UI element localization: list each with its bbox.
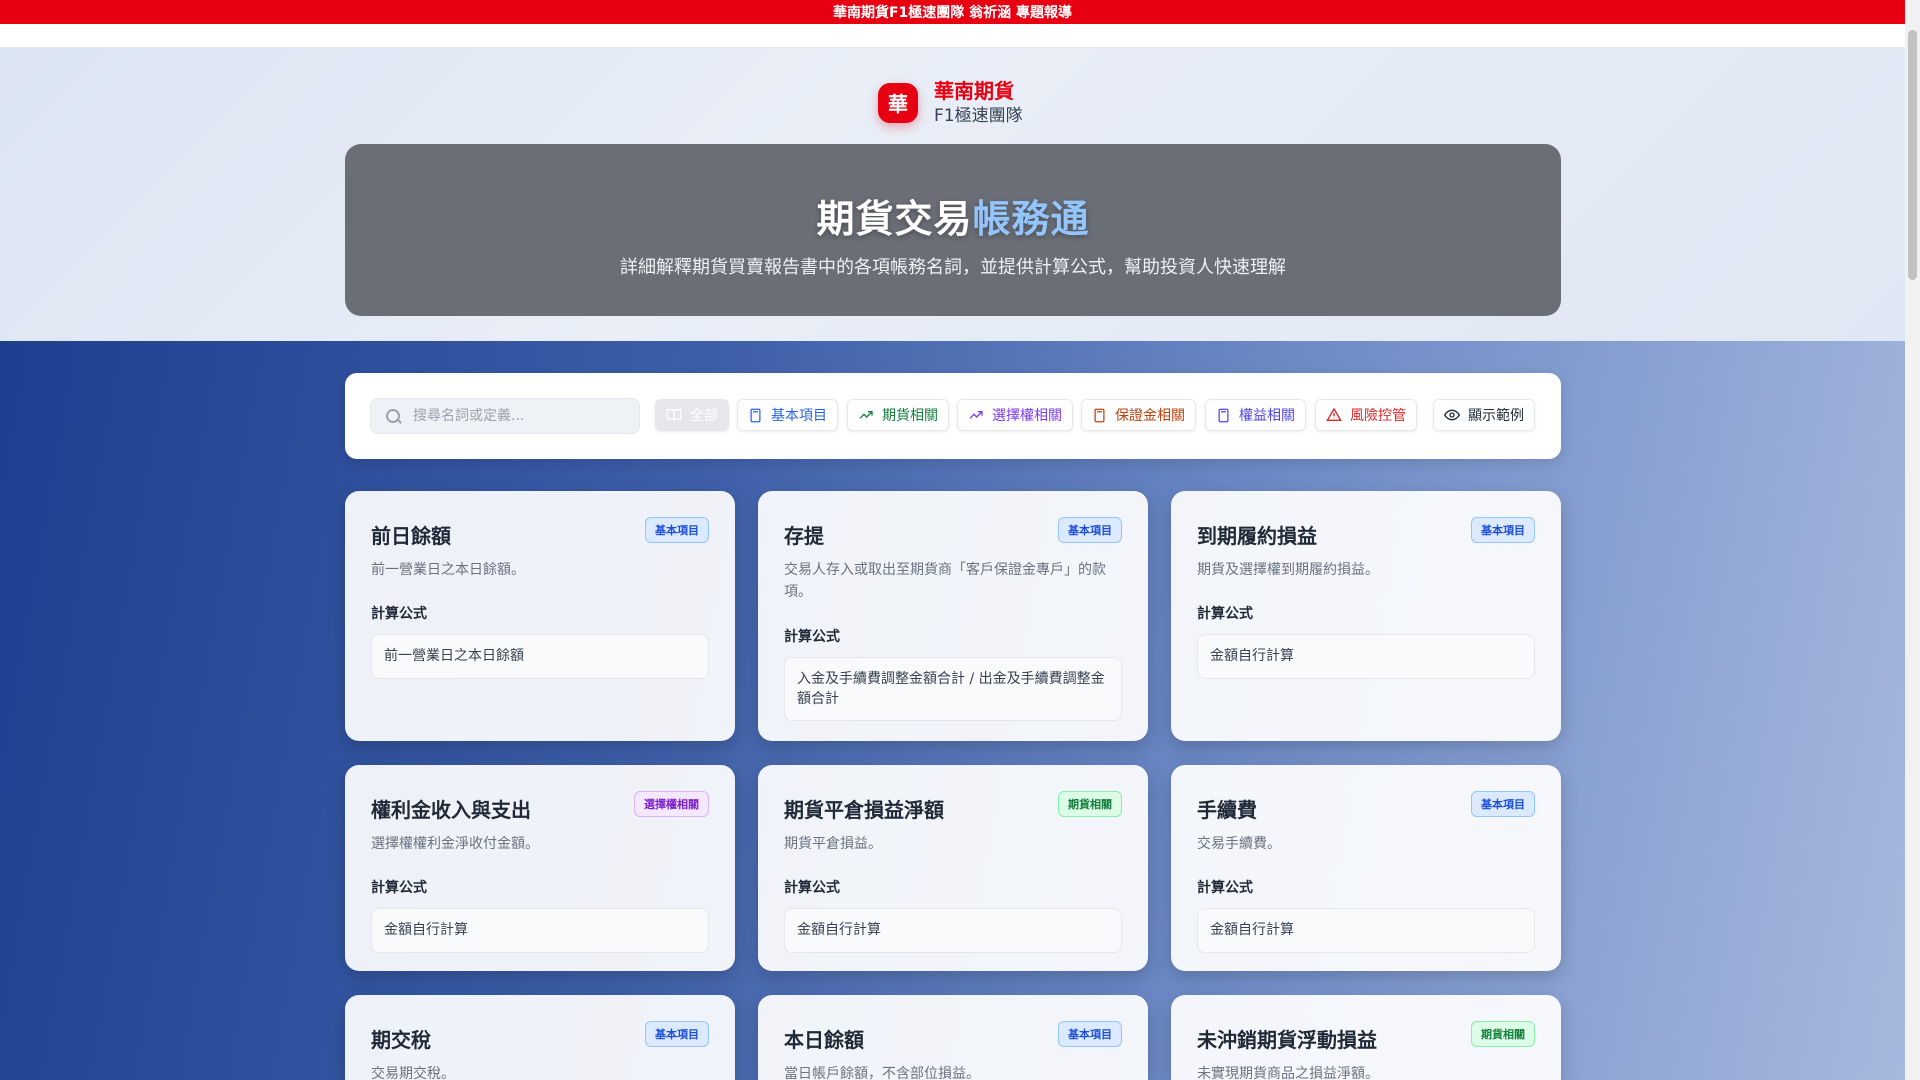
hero-section: 華 華南期貨 F1極速團隊 期貨交易帳務通 詳細解釋期貨買賣報告書中的各項帳務名… — [0, 48, 1905, 341]
formula-label: 計算公式 — [371, 880, 427, 897]
banner-text: 華南期貨F1極速團隊 翁祈涵 專題報導 — [832, 5, 1073, 21]
filter-margin-label: 保證金相關 — [1115, 408, 1185, 424]
category-badge: 基本項目 — [1058, 517, 1122, 543]
filter-options-button[interactable]: 選擇權相關 — [957, 399, 1073, 431]
term-title: 期交稅 — [371, 1028, 431, 1052]
filter-margin-button[interactable]: 保證金相關 — [1081, 399, 1196, 431]
page-scrollbar[interactable] — [1905, 0, 1920, 1080]
calculator-icon — [750, 408, 761, 422]
search-input[interactable] — [413, 408, 633, 424]
eye-icon — [1444, 409, 1460, 421]
title-main: 期貨交易 — [816, 197, 973, 241]
formula-box: 金額自行計算 — [371, 908, 709, 953]
hero-card: 期貨交易帳務通 詳細解釋期貨買賣報告書中的各項帳務名詞，並提供計算公式，幫助投資… — [345, 144, 1561, 316]
term-title: 手續費 — [1197, 798, 1257, 822]
brand-subtitle: F1極速團隊 — [934, 106, 1023, 126]
term-description: 前一營業日之本日餘額。 — [371, 562, 525, 578]
term-description: 未實現期貨商品之損益淨額。 — [1197, 1066, 1379, 1080]
filter-risk-label: 風險控管 — [1350, 408, 1406, 424]
term-description: 選擇權權利金淨收付金額。 — [371, 836, 539, 852]
page-description: 詳細解釋期貨買賣報告書中的各項帳務名詞，並提供計算公式，幫助投資人快速理解 — [620, 257, 1286, 278]
page-title: 期貨交易帳務通 — [345, 188, 1561, 243]
filter-futures-button[interactable]: 期貨相關 — [847, 399, 949, 431]
filter-basic-label: 基本項目 — [771, 408, 827, 424]
trending-up-icon — [859, 411, 873, 419]
filter-equity-label: 權益相關 — [1239, 408, 1295, 424]
category-badge: 基本項目 — [1471, 791, 1535, 817]
category-badge: 基本項目 — [645, 517, 709, 543]
category-badge: 基本項目 — [645, 1021, 709, 1047]
filter-equity-button[interactable]: 權益相關 — [1205, 399, 1306, 431]
term-description: 期貨平倉損益。 — [784, 836, 882, 852]
category-badge: 基本項目 — [1471, 517, 1535, 543]
term-card[interactable]: 本日餘額 基本項目 當日帳戶餘額，不含部位損益。 — [758, 995, 1148, 1080]
calculator-icon — [1218, 408, 1229, 422]
brand[interactable]: 華 華南期貨 F1極速團隊 — [878, 78, 1023, 128]
filter-futures-label: 期貨相關 — [882, 408, 938, 424]
formula-box: 金額自行計算 — [1197, 634, 1535, 679]
filter-risk-button[interactable]: 風險控管 — [1315, 399, 1417, 431]
term-card[interactable]: 存提 基本項目 交易人存入或取出至期貨商「客戶保證金專戶」的款項。 計算公式 入… — [758, 491, 1148, 741]
category-badge: 期貨相關 — [1058, 791, 1122, 817]
term-card[interactable]: 期交稅 基本項目 交易期交稅。 — [345, 995, 735, 1080]
formula-label: 計算公式 — [1197, 880, 1253, 897]
term-description: 交易人存入或取出至期貨商「客戶保證金專戶」的款項。 — [784, 562, 1106, 601]
filter-options-label: 選擇權相關 — [992, 408, 1062, 424]
term-title: 前日餘額 — [371, 524, 451, 548]
search-box[interactable] — [370, 398, 640, 434]
term-card[interactable]: 到期履約損益 基本項目 期貨及選擇權到期履約損益。 計算公式 金額自行計算 — [1171, 491, 1561, 741]
brand-logo: 華 — [878, 82, 918, 123]
nav-strip — [0, 24, 1905, 48]
filter-basic-button[interactable]: 基本項目 — [737, 399, 838, 431]
term-description: 當日帳戶餘額，不含部位損益。 — [784, 1066, 980, 1080]
term-card[interactable]: 未沖銷期貨浮動損益 期貨相關 未實現期貨商品之損益淨額。 — [1171, 995, 1561, 1080]
calculator-icon — [1094, 408, 1105, 422]
term-title: 未沖銷期貨浮動損益 — [1197, 1028, 1377, 1052]
book-open-icon — [666, 409, 682, 421]
filter-all-label: 全部 — [690, 408, 718, 424]
term-card[interactable]: 手續費 基本項目 交易手續費。 計算公式 金額自行計算 — [1171, 765, 1561, 971]
term-title: 存提 — [784, 524, 824, 548]
term-title: 期貨平倉損益淨額 — [784, 798, 944, 822]
show-examples-button[interactable]: 顯示範例 — [1433, 399, 1535, 431]
term-card[interactable]: 期貨平倉損益淨額 期貨相關 期貨平倉損益。 計算公式 金額自行計算 — [758, 765, 1148, 971]
title-accent: 帳務通 — [972, 197, 1090, 241]
warning-icon — [1326, 407, 1342, 421]
term-description: 期貨及選擇權到期履約損益。 — [1197, 562, 1379, 578]
formula-label: 計算公式 — [784, 628, 840, 645]
show-examples-label: 顯示範例 — [1468, 408, 1524, 424]
term-description: 交易期交稅。 — [371, 1066, 455, 1080]
term-title: 權利金收入與支出 — [371, 798, 531, 822]
term-card[interactable]: 權利金收入與支出 選擇權相關 選擇權權利金淨收付金額。 計算公式 金額自行計算 — [345, 765, 735, 971]
search-icon — [385, 408, 401, 424]
filter-all-button[interactable]: 全部 — [655, 399, 729, 431]
filter-bar: 全部 基本項目 期貨相關 選擇權相關 保證金相關 權益相關 風險控管 顯示範例 — [345, 373, 1561, 459]
category-badge: 選擇權相關 — [634, 791, 709, 817]
top-banner: 華南期貨F1極速團隊 翁祈涵 專題報導 — [0, 0, 1905, 24]
formula-box: 金額自行計算 — [784, 908, 1122, 953]
formula-label: 計算公式 — [371, 606, 427, 623]
term-card[interactable]: 前日餘額 基本項目 前一營業日之本日餘額。 計算公式 前一營業日之本日餘額 — [345, 491, 735, 741]
brand-name: 華南期貨 — [934, 79, 1014, 103]
term-title: 到期履約損益 — [1197, 524, 1317, 548]
formula-box: 前一營業日之本日餘額 — [371, 634, 709, 679]
scrollbar-thumb[interactable] — [1908, 30, 1917, 280]
formula-box: 入金及手續費調整金額合計 / 出金及手續費調整金額合計 — [784, 656, 1122, 722]
formula-box: 金額自行計算 — [1197, 908, 1535, 953]
formula-label: 計算公式 — [1197, 606, 1253, 623]
trending-up-icon — [969, 411, 983, 419]
term-description: 交易手續費。 — [1197, 836, 1281, 852]
formula-label: 計算公式 — [784, 880, 840, 897]
category-badge: 期貨相關 — [1471, 1021, 1535, 1047]
category-badge: 基本項目 — [1058, 1021, 1122, 1047]
term-title: 本日餘額 — [784, 1028, 864, 1052]
